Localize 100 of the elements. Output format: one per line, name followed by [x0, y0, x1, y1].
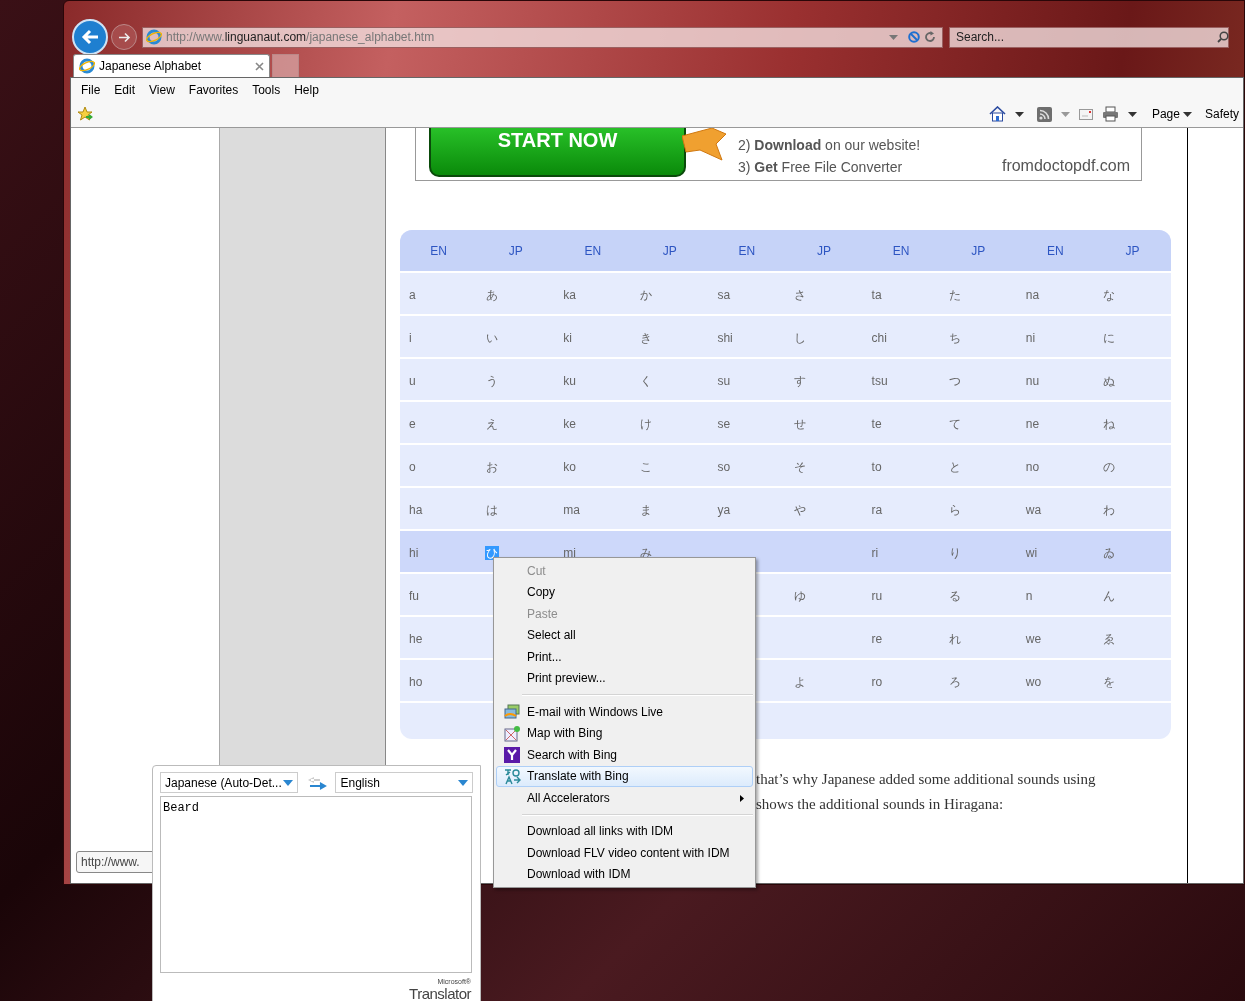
address-bar[interactable]: http://www.linguanaut.com/japanese_alphabet.htm [142, 26, 943, 48]
table-cell: ko [562, 459, 577, 474]
table-cell: ru [870, 588, 884, 603]
column-header: JP [970, 242, 987, 260]
map-icon [503, 724, 521, 742]
mail-icon[interactable] [1078, 108, 1093, 120]
table-cell: ま [639, 502, 654, 517]
back-button[interactable] [72, 19, 108, 55]
refresh-icon[interactable] [924, 31, 936, 43]
caret-icon[interactable] [1182, 111, 1192, 117]
printer-icon[interactable] [1101, 106, 1119, 122]
column-header: JP [661, 242, 678, 260]
page-menu-button[interactable]: Page [1151, 105, 1192, 123]
table-cell: ra [870, 502, 884, 517]
table-cell: chi [870, 330, 888, 345]
menu-item[interactable]: Favorites [188, 80, 239, 99]
table-cell: れ [947, 631, 962, 646]
context-menu-item[interactable]: Copy [496, 581, 753, 603]
context-menu-item[interactable]: All Accelerators [496, 787, 753, 809]
table-cell: o [408, 459, 417, 474]
context-menu-item[interactable]: Select all [496, 624, 753, 646]
star-icon[interactable] [77, 106, 94, 122]
target-language-dropdown[interactable]: English [335, 772, 473, 793]
home-icon[interactable] [988, 106, 1006, 122]
context-menu-item[interactable]: Download FLV video content with IDM [496, 842, 753, 864]
table-cell: ゐ [1101, 545, 1116, 560]
table-cell: ka [562, 287, 577, 302]
context-menu-item[interactable]: Map with Bing [496, 722, 753, 744]
table-cell: ゑ [1101, 631, 1116, 646]
table-cell: hi [408, 545, 420, 560]
submenu-arrow-icon [740, 795, 744, 802]
table-cell: う [485, 373, 500, 388]
search-field[interactable]: Search... [949, 26, 1229, 48]
forward-arrow-icon [117, 31, 131, 43]
caret-icon[interactable] [1014, 111, 1024, 117]
menu-item[interactable]: File [81, 80, 101, 99]
browser-tab[interactable]: Japanese Alphabet [73, 54, 270, 77]
table-cell: e [408, 416, 417, 431]
context-menu-item[interactable]: E-mail with Windows Live [496, 701, 753, 723]
context-menu-item[interactable]: Print... [496, 646, 753, 668]
paragraph-text: shows the additional sounds in Hiragana: [756, 795, 1005, 814]
back-arrow-icon [81, 29, 99, 45]
caret-icon[interactable] [1127, 111, 1137, 117]
table-cell: ち [947, 330, 962, 345]
table-cell: や [793, 502, 808, 517]
table-cell: sa [716, 287, 732, 302]
table-cell: fu [408, 588, 420, 603]
table-cell: さ [793, 287, 808, 302]
context-menu-item[interactable]: Download all links with IDM [496, 820, 753, 842]
close-icon[interactable] [255, 61, 264, 71]
table-cell: he [408, 631, 424, 646]
menu-item[interactable]: View [149, 80, 175, 99]
table-cell: て [947, 416, 962, 431]
table-cell: ku [562, 373, 577, 388]
column-header: EN [583, 242, 603, 260]
source-language-dropdown[interactable]: Japanese (Auto-Det... [160, 772, 298, 793]
stop-icon[interactable] [908, 31, 920, 43]
column-header: EN [737, 242, 757, 260]
table-cell: ろ [947, 674, 962, 689]
table-cell: nu [1024, 373, 1041, 388]
safety-menu-button[interactable]: Safety [1204, 105, 1239, 123]
table-cell: to [870, 459, 883, 474]
table-cell: no [1024, 459, 1041, 474]
table-cell: ki [562, 330, 573, 345]
table-cell: つ [947, 373, 962, 388]
mail-window-icon [504, 703, 520, 720]
table-cell: は [485, 502, 500, 517]
table-cell: く [639, 373, 654, 388]
table-cell: u [408, 373, 417, 388]
context-menu-item[interactable]: Download with IDM [496, 863, 753, 885]
context-menu-item[interactable]: Search with Bing [496, 744, 753, 766]
forward-button[interactable] [111, 24, 137, 50]
table-cell: す [793, 373, 808, 388]
table-cell: n [1024, 588, 1034, 603]
page-icon [146, 29, 162, 45]
table-cell: ゆ [793, 588, 808, 603]
table-cell: ho [408, 674, 424, 689]
menu-item[interactable]: Tools [252, 80, 281, 99]
ribbon-icon [682, 128, 726, 162]
table-cell: ね [1101, 416, 1116, 431]
context-menu-item[interactable]: Translate with Bing [496, 765, 753, 787]
table-cell: se [716, 416, 732, 431]
feed-icon[interactable] [1036, 106, 1052, 122]
menu-item[interactable]: Edit [114, 80, 136, 99]
table-cell: shi [716, 330, 734, 345]
column-header: JP [816, 242, 833, 260]
table-cell: we [1024, 631, 1043, 646]
table-cell: wa [1024, 502, 1043, 517]
table-cell: き [639, 330, 654, 345]
table-cell: ni [1024, 330, 1037, 345]
menu-item[interactable]: Help [294, 80, 319, 99]
table-cell: ya [716, 502, 732, 517]
table-cell: ri [870, 545, 880, 560]
ad-step-text: 3) Get Free File Converter [738, 158, 904, 177]
table-cell: ke [562, 416, 577, 431]
table-cell: を [1101, 674, 1116, 689]
column-header: EN [891, 242, 911, 260]
table-cell: ぬ [1101, 373, 1116, 388]
page-icon [79, 58, 95, 74]
context-menu-item[interactable]: Print preview... [496, 667, 753, 689]
